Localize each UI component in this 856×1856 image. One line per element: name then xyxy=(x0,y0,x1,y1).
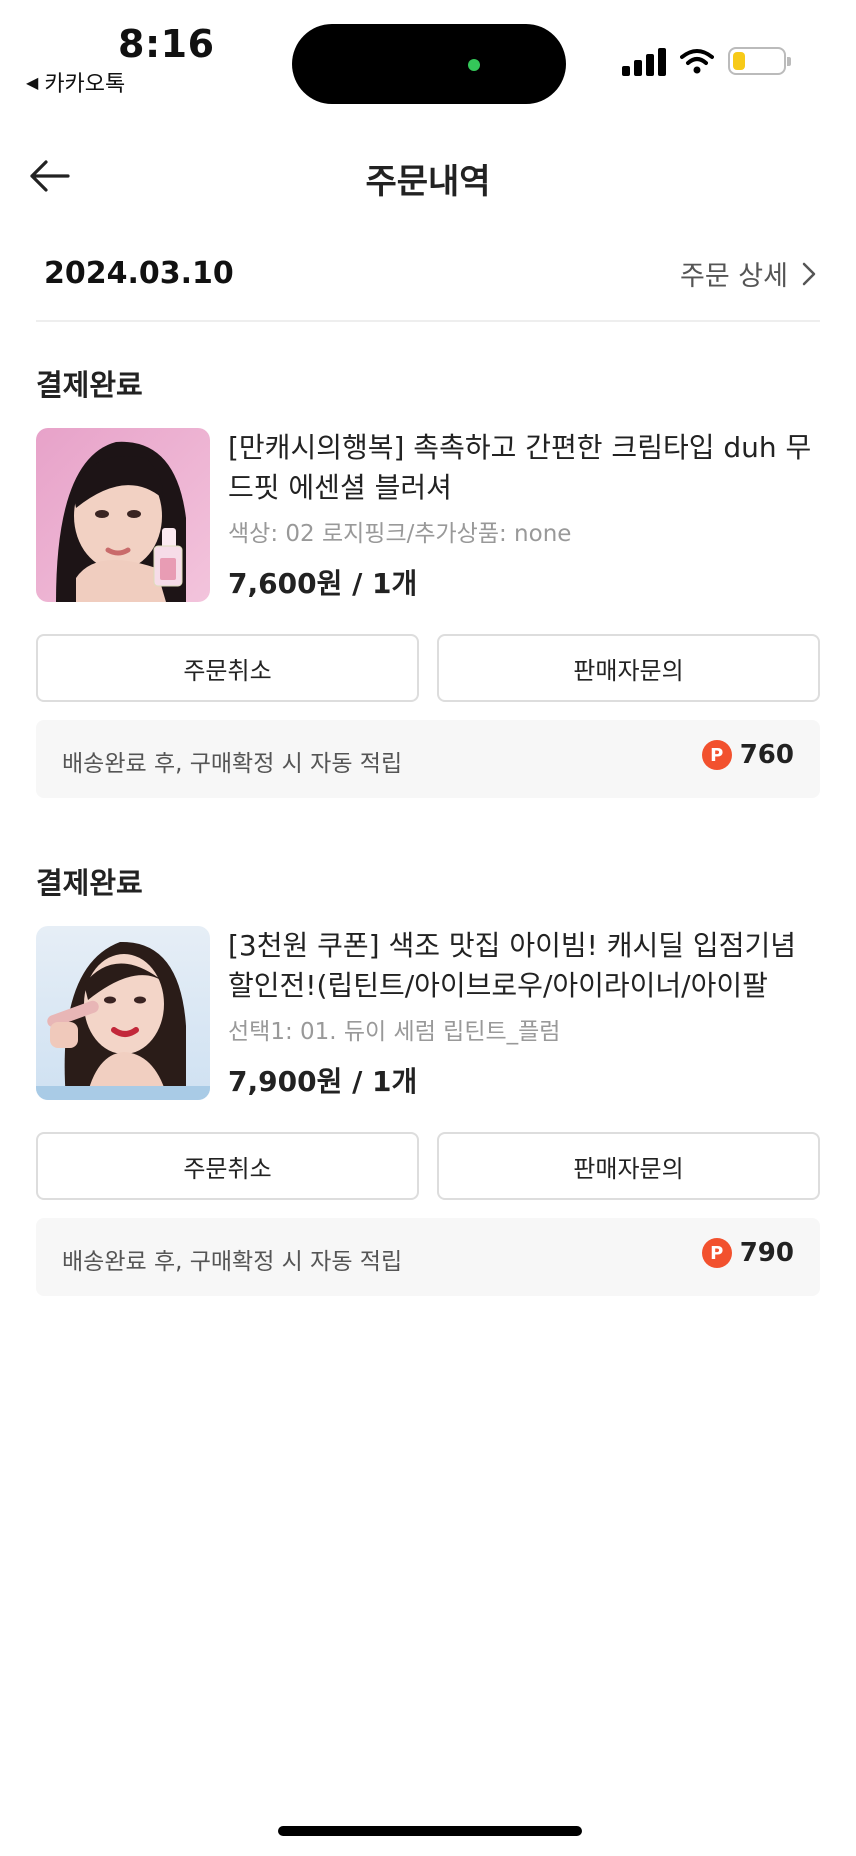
cellular-signal-icon xyxy=(622,46,666,76)
order-detail-label: 주문 상세 xyxy=(680,261,788,292)
order-date-row: 2024.03.10 주문 상세 xyxy=(36,250,820,322)
product-thumbnail[interactable] xyxy=(36,926,210,1100)
order-date: 2024.03.10 xyxy=(44,256,234,291)
product-row[interactable]: [만캐시의행복] 촉촉하고 간편한 크림타입 duh 무드핏 에센셜 블러셔 색… xyxy=(36,428,820,604)
product-option: 선택1: 01. 듀이 세럼 립틴트_플럼 xyxy=(228,1019,561,1045)
product-option: 색상: 02 로지핑크/추가상품: none xyxy=(228,521,572,547)
order-item-1: 결제완료 [만캐시의행복] 촉촉하고 간편한 크림타입 duh 무드핏 에센셜 … xyxy=(36,362,820,798)
battery-icon xyxy=(728,47,791,75)
order-detail-link[interactable]: 주문 상세 xyxy=(680,254,816,293)
order-status: 결제완료 xyxy=(36,368,143,402)
reward-points: 790 xyxy=(739,1238,794,1268)
order-item-2: 결제완료 [3천원 쿠폰] 색조 맛집 아이빔! 캐시딜 입점기념 할인전!(립… xyxy=(36,860,820,1296)
status-time: 8:16 xyxy=(118,22,215,66)
reward-text: 배송완료 후, 구매확정 시 자동 적립 xyxy=(62,751,403,777)
status-icons xyxy=(622,46,791,76)
product-price: 7,600원 / 1개 xyxy=(228,567,418,600)
wifi-icon xyxy=(680,49,714,74)
header: 주문내역 xyxy=(0,140,856,210)
reward-text: 배송완료 후, 구매확정 시 자동 적립 xyxy=(62,1249,403,1275)
product-title[interactable]: [만캐시의행복] 촉촉하고 간편한 크림타입 duh 무드핏 에센셜 블러셔 xyxy=(228,428,820,508)
product-price: 7,900원 / 1개 xyxy=(228,1065,418,1098)
cancel-order-button[interactable]: 주문취소 xyxy=(36,1132,419,1200)
back-app-label: 카카오톡 xyxy=(44,72,126,97)
seller-inquiry-button[interactable]: 판매자문의 xyxy=(437,1132,820,1200)
reward-points-box: 배송완료 후, 구매확정 시 자동 적립 P 760 xyxy=(36,720,820,798)
chevron-right-icon xyxy=(802,262,816,285)
order-actions: 주문취소 판매자문의 xyxy=(36,634,820,702)
page-title: 주문내역 xyxy=(365,162,491,202)
back-to-app-link[interactable]: ◀ 카카오톡 xyxy=(26,66,125,98)
reward-points: 760 xyxy=(739,740,794,770)
triangle-left-icon: ◀ xyxy=(26,72,39,92)
status-bar: 8:16 ◀ 카카오톡 xyxy=(0,0,856,110)
seller-inquiry-button[interactable]: 판매자문의 xyxy=(437,634,820,702)
point-icon: P xyxy=(701,1238,732,1268)
dynamic-island xyxy=(292,24,566,104)
product-row[interactable]: [3천원 쿠폰] 색조 맛집 아이빔! 캐시딜 입점기념 할인전!(립틴트/아이… xyxy=(36,926,820,1102)
point-icon: P xyxy=(701,740,732,770)
camera-indicator-dot xyxy=(468,59,480,71)
product-thumbnail[interactable] xyxy=(36,428,210,602)
battery-level-fill xyxy=(733,52,745,70)
home-indicator[interactable] xyxy=(278,1826,582,1836)
order-status: 결제완료 xyxy=(36,866,143,900)
product-title[interactable]: [3천원 쿠폰] 색조 맛집 아이빔! 캐시딜 입점기념 할인전!(립틴트/아이… xyxy=(228,926,820,1006)
order-actions: 주문취소 판매자문의 xyxy=(36,1132,820,1200)
reward-points-box: 배송완료 후, 구매확정 시 자동 적립 P 790 xyxy=(36,1218,820,1296)
cancel-order-button[interactable]: 주문취소 xyxy=(36,634,419,702)
